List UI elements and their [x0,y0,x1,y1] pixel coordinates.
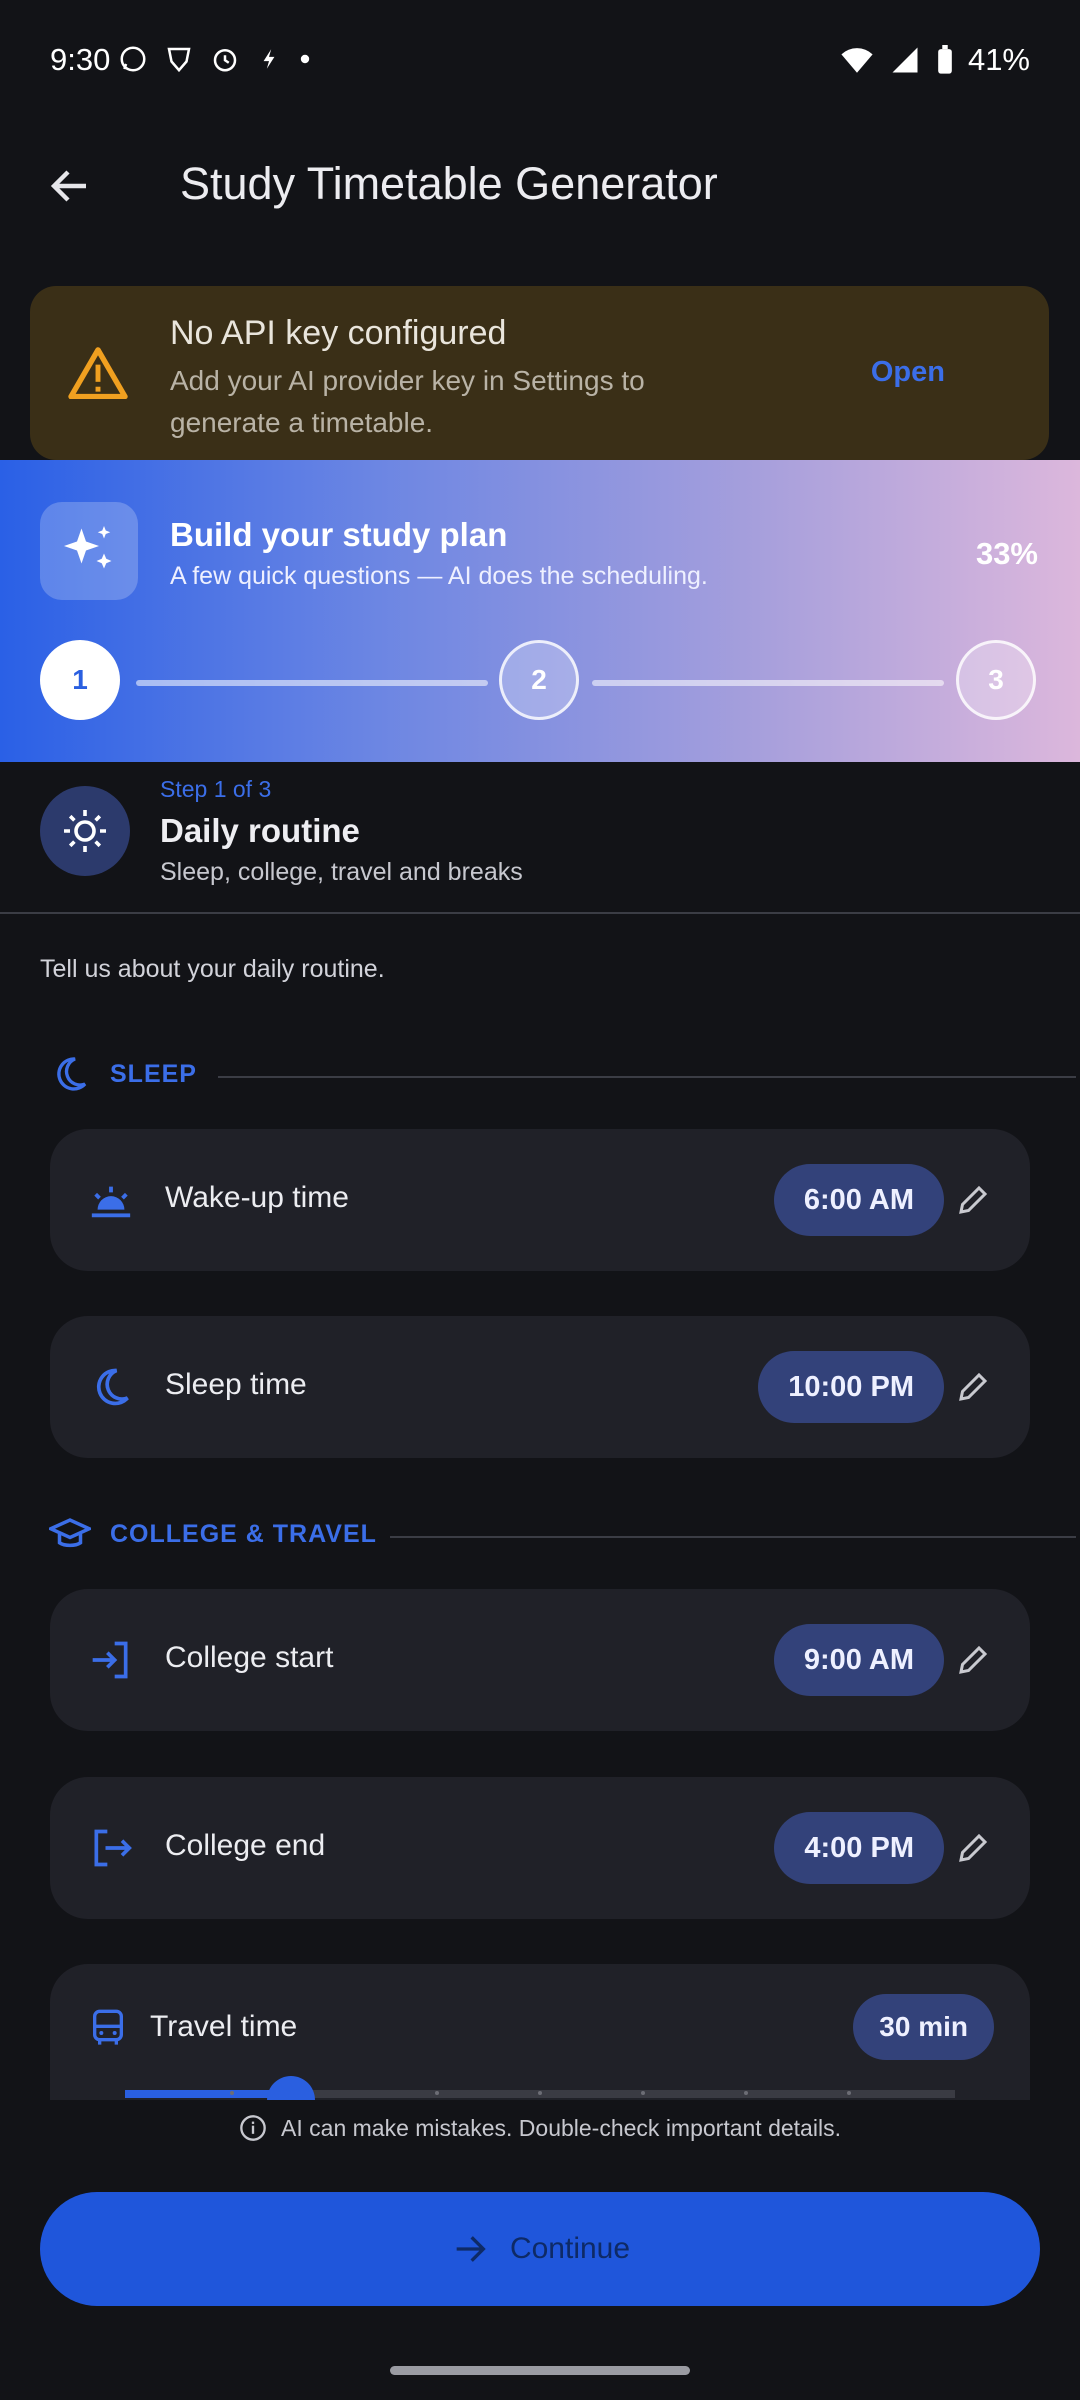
arrow-left-icon [50,170,86,202]
step-indicator-3[interactable]: 3 [956,640,1036,720]
logout-icon [84,1821,138,1875]
section-sleep: SLEEP [40,1050,1076,1100]
duration-chip[interactable]: 30 min [853,1994,994,2060]
wifi-icon [840,45,874,75]
travel-slider-fill [125,2090,291,2098]
status-bar: 9:30 41% [0,0,1080,120]
moon-icon [84,1360,138,1414]
sparkle-icon [40,502,138,600]
api-key-warning-banner: No API key configured Add your AI provid… [30,286,1049,460]
time-chip[interactable]: 9:00 AM [773,1624,944,1696]
row-label: College start [165,1641,334,1674]
slider-tick [641,2091,645,2095]
step-connector [136,680,488,686]
sun-icon [40,786,130,876]
slider-tick [538,2091,542,2095]
study-plan-hero: Build your study plan A few quick questi… [0,460,1080,762]
status-time: 9:30 [50,42,111,77]
back-button[interactable] [40,150,100,222]
step-indicator-1[interactable]: 1 [40,640,120,720]
step-kicker: Step 1 of 3 [160,776,272,802]
bus-icon [84,2004,132,2052]
step-subtitle: Sleep, college, travel and breaks [160,858,523,886]
section-divider [218,1076,1076,1078]
row-label: College end [165,1829,326,1862]
slider-tick [847,2091,851,2095]
dot-icon [298,52,312,66]
progress-percent: 33% [975,536,1038,571]
banner-message: Add your AI provider key in Settings to … [170,365,645,438]
section-college-travel: COLLEGE & TRAVEL [40,1510,1076,1560]
whatsapp-icon [118,44,148,74]
step-indicator-2[interactable]: 2 [499,640,579,720]
battery-percent: 41% [967,42,1030,77]
info-icon [239,2114,267,2142]
section-divider [390,1536,1076,1538]
shield-icon [164,44,194,74]
battery-icon [936,45,954,75]
step-title: Daily routine [160,812,360,849]
slider-tick [744,2091,748,2095]
step-connector [592,680,944,686]
disclaimer-text: AI can make mistakes. Double-check impor… [281,2114,841,2141]
step-header: Step 1 of 3 Daily routine Sleep, college… [0,762,1080,914]
section-label: SLEEP [110,1060,197,1088]
section-label: COLLEGE & TRAVEL [110,1520,377,1548]
continue-label: Continue [509,2232,631,2265]
banner-title: No API key configured [170,314,507,352]
open-settings-button[interactable]: Open [871,356,945,389]
row-label: Sleep time [165,1368,307,1401]
college-start-row[interactable]: College start 9:00 AM [50,1589,1030,1731]
ai-disclaimer: AI can make mistakes. Double-check impor… [0,2114,1080,2142]
alarm-icon [210,44,240,74]
travel-slider-thumb[interactable] [267,2076,315,2100]
time-chip[interactable]: 4:00 PM [774,1812,944,1884]
sunrise-icon [84,1173,138,1227]
pencil-icon[interactable] [952,1179,994,1221]
signal-icon [888,45,922,75]
flash-icon [256,46,282,72]
gesture-handle [390,2366,690,2375]
college-end-row[interactable]: College end 4:00 PM [50,1777,1030,1919]
hero-subtitle: A few quick questions — AI does the sche… [170,562,708,590]
sleep-time-row[interactable]: Sleep time 10:00 PM [50,1316,1030,1458]
status-notification-icons [118,44,312,74]
arrow-right-icon [450,2229,490,2269]
moon-icon [46,1050,94,1098]
page-title: Study Timetable Generator [180,158,718,209]
pencil-icon[interactable] [952,1827,994,1869]
graduation-cap-icon [46,1510,94,1558]
pencil-icon[interactable] [952,1639,994,1681]
time-chip[interactable]: 6:00 AM [773,1164,944,1236]
login-icon [84,1633,138,1687]
intro-text: Tell us about your daily routine. [40,955,385,983]
wake-up-time-row[interactable]: Wake-up time 6:00 AM [50,1129,1030,1271]
status-system-icons: 41% [840,42,1030,78]
pencil-icon[interactable] [952,1366,994,1408]
slider-tick [230,2091,234,2095]
travel-time-card: Travel time 30 min [50,1964,1030,2100]
hero-title: Build your study plan [170,516,508,553]
slider-tick [435,2091,439,2095]
row-label: Travel time [150,2010,298,2043]
row-label: Wake-up time [165,1181,349,1214]
continue-button[interactable]: Continue [40,2192,1040,2306]
time-chip[interactable]: 10:00 PM [758,1351,944,1423]
warning-icon [68,344,128,400]
